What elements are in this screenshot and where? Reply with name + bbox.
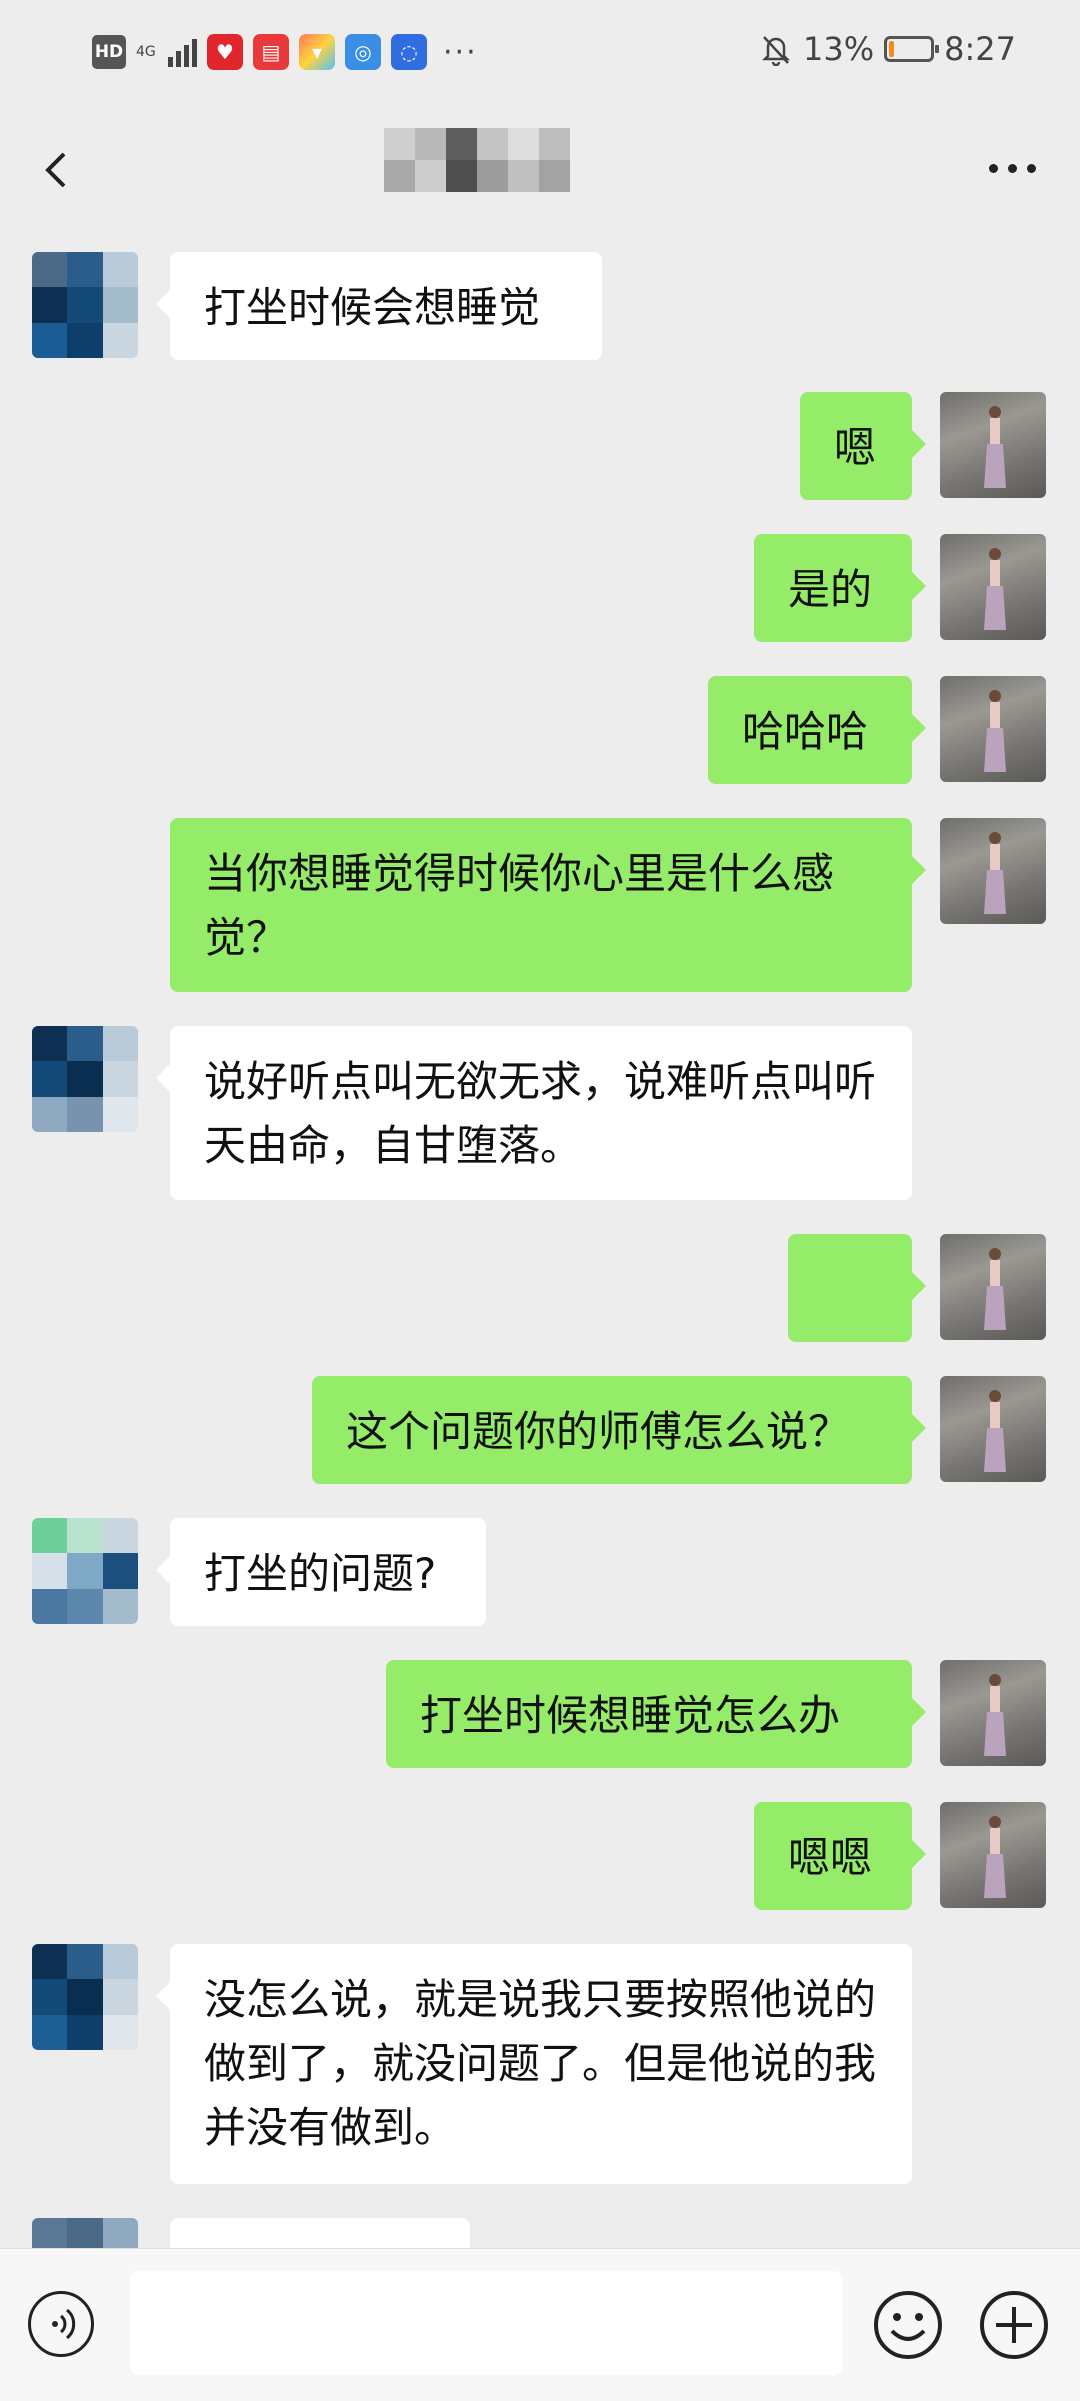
user-avatar[interactable] xyxy=(940,534,1046,640)
message-bubble-outgoing[interactable]: 打坐时候想睡觉怎么办 xyxy=(386,1660,926,1768)
message-bubble-outgoing[interactable]: 嗯 xyxy=(800,392,926,500)
app-book-icon: ▤ xyxy=(253,34,289,70)
status-right: 13% 8:27 xyxy=(759,30,1016,68)
message-bubble-incoming[interactable] xyxy=(170,2218,470,2248)
status-bar: HD 4G ♥ ▤ ▾ ◎ ◌ ··· 13% 8:27 xyxy=(0,0,1080,104)
plus-button-icon[interactable] xyxy=(978,2289,1050,2361)
battery-percent: 13% xyxy=(803,30,875,68)
contact-name-redacted xyxy=(384,128,570,192)
app-globe-icon: ◎ xyxy=(345,34,381,70)
status-left: HD 4G ♥ ▤ ▾ ◎ ◌ ··· xyxy=(92,34,478,70)
contact-avatar[interactable] xyxy=(32,1944,138,2050)
user-avatar[interactable] xyxy=(940,392,1046,498)
user-avatar[interactable] xyxy=(940,1234,1046,1340)
message-bubble-incoming[interactable]: 说好听点叫无欲无求，说难听点叫听天由命，自甘堕落。 xyxy=(156,1026,912,1200)
message-bubble-incoming[interactable]: 没怎么说，就是说我只要按照他说的做到了，就没问题了。但是他说的我并没有做到。 xyxy=(156,1944,912,2184)
user-avatar[interactable] xyxy=(940,676,1046,782)
input-bar xyxy=(0,2248,1080,2401)
voice-input-button[interactable] xyxy=(28,2291,94,2357)
signal-icon xyxy=(168,37,197,67)
network-type: 4G xyxy=(136,44,156,60)
hd-badge: HD xyxy=(92,35,126,69)
message-bubble-outgoing[interactable]: 嗯嗯 xyxy=(754,1802,926,1910)
user-avatar[interactable] xyxy=(940,1802,1046,1908)
message-bubble-outgoing[interactable]: 当你想睡觉得时候你心里是什么感觉？ xyxy=(170,818,926,992)
contact-avatar[interactable] xyxy=(32,2218,138,2248)
message-bubble-outgoing[interactable]: 哈哈哈 xyxy=(708,676,926,784)
message-bubble-outgoing[interactable]: 这个问题你的师傅怎么说？ xyxy=(312,1376,926,1484)
contact-avatar[interactable] xyxy=(32,252,138,358)
message-bubble-outgoing[interactable] xyxy=(788,1234,926,1451)
more-notifications-icon: ··· xyxy=(443,34,478,70)
user-avatar[interactable] xyxy=(940,818,1046,924)
message-input[interactable] xyxy=(130,2271,842,2375)
back-arrow-icon[interactable] xyxy=(36,146,84,194)
app-brush-icon: ▾ xyxy=(299,34,335,70)
contact-avatar[interactable] xyxy=(32,1026,138,1132)
app-bulb-icon: ◌ xyxy=(391,34,427,70)
contact-avatar[interactable] xyxy=(32,1518,138,1624)
clock: 8:27 xyxy=(944,30,1016,68)
message-bubble-incoming[interactable]: 打坐的问题? xyxy=(156,1518,486,1626)
voice-icon xyxy=(52,2308,76,2340)
message-list[interactable]: 打坐时候会想睡觉 嗯 是的 哈哈哈 当你想睡觉得时候你心里是什么感觉？ 说好听点… xyxy=(0,232,1080,2248)
emoji-button-icon[interactable] xyxy=(872,2289,944,2361)
app-heart-icon: ♥ xyxy=(207,34,243,70)
message-bubble-outgoing[interactable]: 是的 xyxy=(754,534,926,642)
message-bubble-incoming[interactable]: 打坐时候会想睡觉 xyxy=(156,252,602,360)
user-avatar[interactable] xyxy=(940,1376,1046,1482)
more-options-icon[interactable] xyxy=(989,164,1036,173)
battery-icon xyxy=(884,36,940,62)
user-avatar[interactable] xyxy=(940,1660,1046,1766)
mute-bell-icon xyxy=(761,36,791,66)
